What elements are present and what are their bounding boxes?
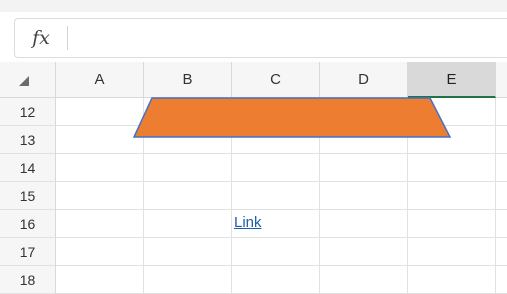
hyperlink-link[interactable]: Link [234,214,262,231]
trapezoid-shape[interactable] [0,62,507,282]
insert-function-button[interactable]: fx [15,19,67,57]
formula-bar-divider [67,26,68,50]
trapezoid-shape-fill[interactable] [132,97,452,138]
ribbon-edge [0,0,507,12]
fx-icon: fx [32,27,50,49]
formula-input[interactable] [75,19,507,57]
formula-bar: fx [14,18,507,58]
spreadsheet-grid: A B C D E 12 13 14 15 16 17 18 Link [0,62,507,294]
